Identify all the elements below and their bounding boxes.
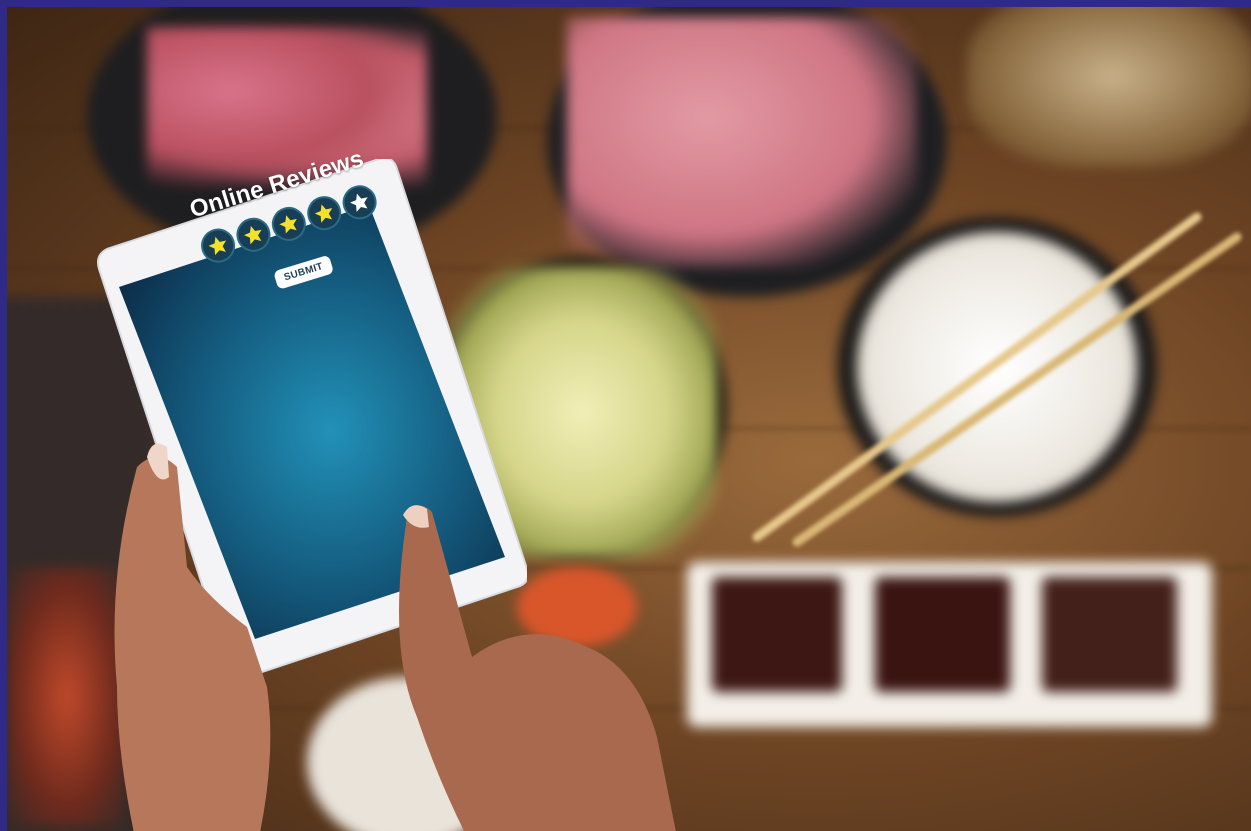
- drink-glass: [967, 7, 1251, 167]
- submit-button[interactable]: SUBMIT: [273, 254, 335, 290]
- restaurant-table-scene: Online Reviews SUBMIT: [7, 7, 1251, 831]
- chopsticks: [752, 212, 1242, 547]
- star-icon[interactable]: [302, 191, 346, 235]
- photo-frame: Online Reviews SUBMIT: [0, 0, 1251, 831]
- right-hand: [399, 505, 676, 831]
- star-icon[interactable]: [232, 213, 275, 257]
- left-hand: [114, 443, 271, 831]
- star-icon[interactable]: [267, 202, 311, 246]
- star-icon[interactable]: [196, 224, 240, 267]
- star-icon[interactable]: [338, 181, 381, 224]
